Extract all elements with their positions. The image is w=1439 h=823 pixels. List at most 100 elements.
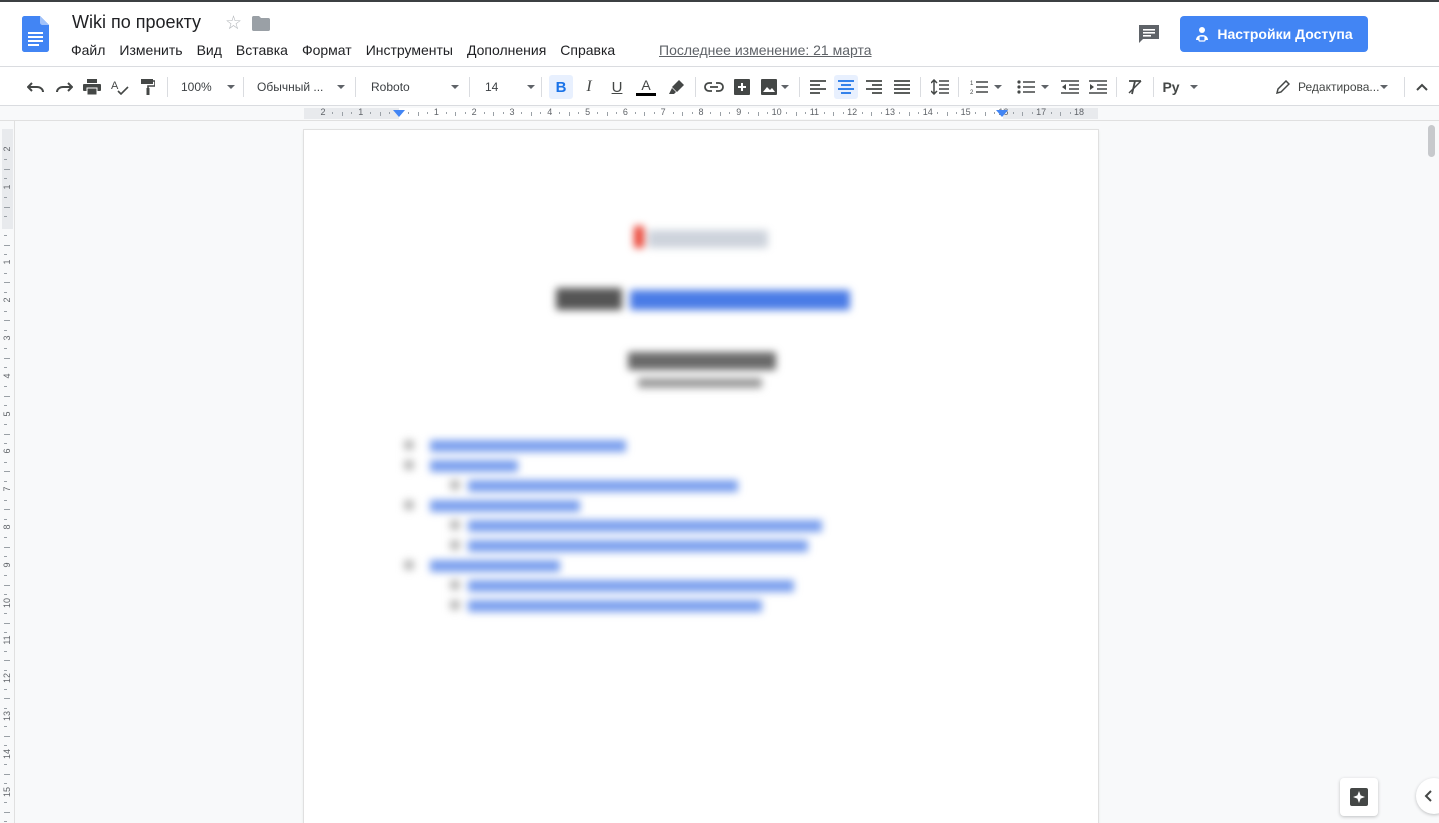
insert-image-icon[interactable] [758, 75, 792, 99]
svg-text:2: 2 [970, 90, 974, 95]
menu-edit[interactable]: Изменить [119, 42, 182, 58]
docs-logo-icon[interactable] [22, 16, 49, 52]
print-icon[interactable] [81, 75, 103, 99]
ruler-tick [908, 112, 910, 116]
style-select[interactable]: Обычный ... [257, 75, 345, 99]
ruler-number: 10 [771, 107, 782, 117]
paint-format-icon[interactable] [137, 75, 159, 99]
menu-tools[interactable]: Инструменты [366, 42, 453, 58]
chevron-down-icon [337, 85, 345, 89]
document-title[interactable]: Wiki по проекту [72, 12, 201, 33]
vertical-ruler-tick [4, 480, 7, 482]
ruler-number: 18 [1073, 107, 1084, 117]
vertical-ruler-tick [4, 168, 10, 170]
menu-format[interactable]: Формат [302, 42, 352, 58]
horizontal-ruler[interactable]: 2 1 1 2 3 4 5 6 7 8 9 10 11 12 13 14 15 16 17 18 [0, 106, 1439, 121]
toolbar-separator [541, 77, 542, 97]
vertical-ruler-tick [4, 773, 10, 775]
undo-icon[interactable] [25, 75, 47, 99]
vertical-ruler-number: 10 [2, 597, 12, 608]
underline-button[interactable]: U [605, 75, 629, 99]
blurred-logo-mark [634, 226, 644, 248]
vertical-ruler-tick [4, 707, 7, 709]
menu-addons[interactable]: Дополнения [467, 42, 546, 58]
share-button[interactable]: Настройки Доступа [1180, 16, 1368, 52]
text-color-button[interactable]: A [633, 75, 659, 99]
ruler-tick [1050, 112, 1052, 114]
toolbar-separator [920, 77, 921, 97]
toolbar-separator [1116, 77, 1117, 97]
ruler-number: 3 [509, 107, 515, 117]
vertical-ruler-tick [4, 424, 7, 426]
vertical-ruler-tick [4, 197, 7, 199]
toolbar-separator [469, 77, 470, 97]
spellcheck-icon[interactable]: A [109, 75, 131, 99]
ruler-number: 15 [960, 107, 971, 117]
ruler-number: 9 [736, 107, 742, 117]
input-tools-label: Ру [1162, 79, 1180, 95]
highlight-icon[interactable] [665, 75, 689, 99]
underline-icon: U [611, 78, 623, 96]
vertical-ruler-tick [4, 802, 7, 804]
ruler-tick [379, 112, 381, 116]
menu-insert[interactable]: Вставка [236, 42, 288, 58]
bold-button[interactable]: B [549, 75, 573, 99]
vertical-ruler[interactable]: 2 1 1 2 3 4 5 6 7 8 9 10 11 12 13 14 15 [0, 121, 15, 823]
vertical-ruler-tick [4, 395, 10, 397]
right-indent-marker[interactable] [996, 110, 1008, 117]
scrollbar-thumb[interactable] [1428, 125, 1435, 157]
vertical-ruler-tick [4, 650, 7, 652]
decrease-indent-icon[interactable] [1058, 75, 1082, 99]
ruler-tick [833, 112, 835, 116]
align-justify-icon[interactable] [890, 75, 914, 99]
ruler-tick [455, 112, 457, 116]
italic-button[interactable]: I [577, 75, 601, 99]
insert-comment-icon[interactable] [730, 75, 754, 99]
bulleted-list-icon[interactable] [1013, 75, 1053, 99]
header: Wiki по проекту ☆ Файл Изменить Вид Вста… [0, 0, 1439, 66]
input-tools-button[interactable]: Ру [1160, 75, 1200, 99]
folder-icon[interactable] [252, 16, 270, 31]
editing-mode-select[interactable]: Редактирова... [1276, 75, 1396, 99]
last-edit-link[interactable]: Последнее изменение: 21 марта [659, 42, 872, 58]
align-center-icon[interactable] [834, 75, 858, 99]
vertical-ruler-tick [4, 386, 7, 388]
blurred-list-item [468, 600, 762, 612]
document-page[interactable] [304, 130, 1098, 823]
align-left-icon[interactable] [806, 75, 830, 99]
vertical-ruler-number: 14 [2, 748, 12, 759]
vertical-ruler-tick [4, 660, 10, 662]
style-value: Обычный ... [257, 80, 324, 94]
increase-indent-icon[interactable] [1086, 75, 1110, 99]
ruler-tick [946, 112, 948, 116]
zoom-select[interactable]: 100% [181, 75, 235, 99]
vertical-scrollbar[interactable] [1424, 121, 1439, 823]
explore-button[interactable] [1340, 778, 1378, 816]
link-icon[interactable] [702, 75, 726, 99]
ruler-tick [634, 112, 636, 114]
align-right-icon[interactable] [862, 75, 886, 99]
redo-icon[interactable] [53, 75, 75, 99]
menu-help[interactable]: Справка [560, 42, 615, 58]
ruler-number: 5 [585, 107, 591, 117]
left-indent-marker[interactable] [393, 110, 405, 117]
comments-icon[interactable] [1136, 22, 1162, 46]
ruler-number: 2 [471, 107, 477, 117]
numbered-list-icon[interactable]: 12 [966, 75, 1006, 99]
hide-menus-icon[interactable] [1410, 75, 1434, 99]
menu-view[interactable]: Вид [197, 42, 222, 58]
font-select[interactable]: Roboto [371, 75, 459, 99]
italic-icon: I [586, 78, 592, 95]
pencil-icon [1276, 80, 1290, 94]
clear-formatting-icon[interactable] [1123, 75, 1147, 99]
star-icon[interactable]: ☆ [225, 12, 242, 35]
vertical-ruler-tick [4, 357, 10, 359]
font-size-select[interactable]: 14 [485, 75, 535, 99]
ruler-tick [1022, 112, 1024, 116]
vertical-ruler-number: 1 [2, 259, 12, 265]
vertical-ruler-number: 2 [2, 297, 12, 303]
line-spacing-icon[interactable] [928, 75, 952, 99]
top-border [0, 0, 1439, 2]
blurred-list-item [468, 520, 822, 532]
menu-file[interactable]: Файл [71, 42, 105, 58]
